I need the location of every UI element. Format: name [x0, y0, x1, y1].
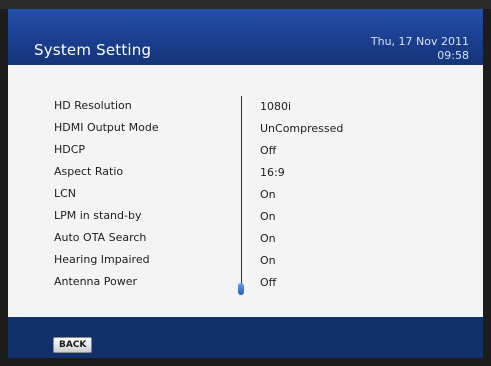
setting-value: On — [260, 232, 276, 245]
setting-label: HDMI Output Mode — [54, 121, 159, 134]
setting-value: Off — [260, 276, 277, 289]
setting-row-hd-resolution[interactable]: HD Resolution 1080i — [54, 96, 454, 116]
setting-label: Antenna Power — [54, 275, 138, 288]
time-text: 09:58 — [437, 49, 469, 62]
setting-value: UnCompressed — [260, 122, 344, 135]
page-title: System Setting — [34, 41, 152, 59]
setting-row-antenna-power[interactable]: Antenna Power Off — [54, 272, 454, 292]
setting-row-auto-ota-search[interactable]: Auto OTA Search On — [54, 228, 454, 248]
setting-row-hearing-impaired[interactable]: Hearing Impaired On — [54, 250, 454, 270]
setting-value: 1080i — [260, 100, 292, 113]
setting-row-aspect-ratio[interactable]: Aspect Ratio 16:9 — [54, 162, 454, 182]
setting-row-hdmi-output-mode[interactable]: HDMI Output Mode UnCompressed — [54, 118, 454, 138]
datetime-display: Thu, 17 Nov 2011 09:58 — [371, 35, 469, 63]
back-button[interactable]: BACK — [53, 337, 93, 353]
setting-label: HDCP — [54, 143, 86, 156]
setting-value: On — [260, 210, 276, 223]
setting-row-lcn[interactable]: LCN On — [54, 184, 454, 204]
footer-bar: BACK — [8, 317, 483, 358]
setting-label: Hearing Impaired — [54, 253, 150, 266]
setting-label: LCN — [54, 187, 77, 200]
setting-value: Off — [260, 144, 277, 157]
tv-menu-screen: System Setting Thu, 17 Nov 2011 09:58 HD… — [8, 9, 483, 358]
column-divider — [241, 96, 242, 291]
setting-label: HD Resolution — [54, 99, 132, 112]
setting-label: Auto OTA Search — [54, 231, 147, 244]
setting-label: LPM in stand-by — [54, 209, 142, 222]
scrollbar-thumb[interactable] — [238, 283, 244, 295]
top-edge — [0, 0, 491, 9]
setting-value: On — [260, 188, 276, 201]
date-text: Thu, 17 Nov 2011 — [370, 35, 469, 48]
setting-value: 16:9 — [260, 166, 285, 179]
setting-value: On — [260, 254, 276, 267]
setting-label: Aspect Ratio — [54, 165, 124, 178]
setting-row-hdcp[interactable]: HDCP Off — [54, 140, 454, 160]
header-bar: System Setting Thu, 17 Nov 2011 09:58 — [8, 9, 483, 65]
setting-row-lpm-standby[interactable]: LPM in stand-by On — [54, 206, 454, 226]
settings-panel: HD Resolution 1080i HDMI Output Mode UnC… — [8, 65, 483, 317]
